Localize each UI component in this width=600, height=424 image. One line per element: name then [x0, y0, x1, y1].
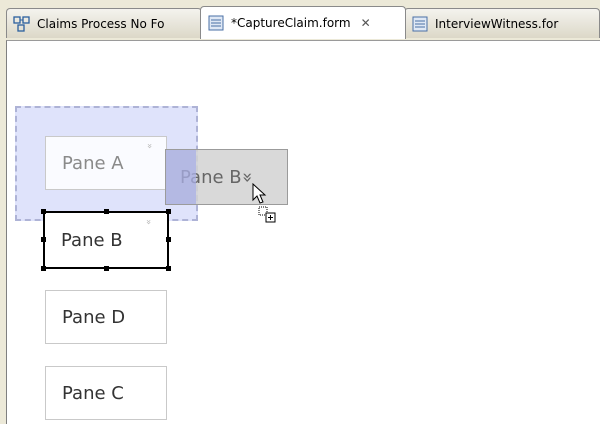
- form-design-canvas[interactable]: Pane A » Pane B » Pane B » Pane D Pane C: [6, 40, 600, 424]
- form-icon: [411, 15, 429, 33]
- tab-label: *CaptureClaim.form: [231, 16, 351, 30]
- pane-label: Pane C: [62, 382, 124, 404]
- close-icon[interactable]: ✕: [361, 16, 371, 30]
- resize-handle[interactable]: [166, 266, 171, 271]
- tab-interview-witness[interactable]: InterviewWitness.for: [404, 8, 600, 38]
- resize-handle[interactable]: [166, 237, 171, 242]
- tab-label: Claims Process No Fo: [37, 16, 165, 31]
- resize-handle[interactable]: [166, 209, 171, 214]
- resize-handle[interactable]: [41, 209, 46, 214]
- resize-handle[interactable]: [41, 237, 46, 242]
- resize-handle[interactable]: [104, 266, 109, 271]
- selection-outline: [43, 211, 169, 269]
- resize-handle[interactable]: [104, 209, 109, 214]
- pane-label: Pane D: [62, 306, 126, 328]
- process-diagram-icon: [13, 15, 31, 33]
- tab-label: InterviewWitness.for: [435, 16, 559, 31]
- pane-label: Pane A: [62, 152, 124, 174]
- pane-c[interactable]: Pane C: [45, 366, 167, 420]
- pane-d[interactable]: Pane D: [45, 290, 167, 344]
- resize-handle[interactable]: [41, 266, 46, 271]
- chevron-down-icon[interactable]: »: [144, 143, 154, 149]
- form-icon: [207, 14, 225, 32]
- drop-overlap: [166, 150, 196, 204]
- pane-a[interactable]: Pane A »: [45, 136, 167, 190]
- editor-tab-bar: Claims Process No Fo *CaptureClaim.form …: [0, 0, 600, 40]
- tab-capture-claim[interactable]: *CaptureClaim.form ✕: [200, 6, 406, 39]
- chevron-down-icon: »: [236, 171, 258, 183]
- tab-claims-process[interactable]: Claims Process No Fo: [6, 8, 202, 38]
- drag-cursor-icon: [252, 183, 276, 223]
